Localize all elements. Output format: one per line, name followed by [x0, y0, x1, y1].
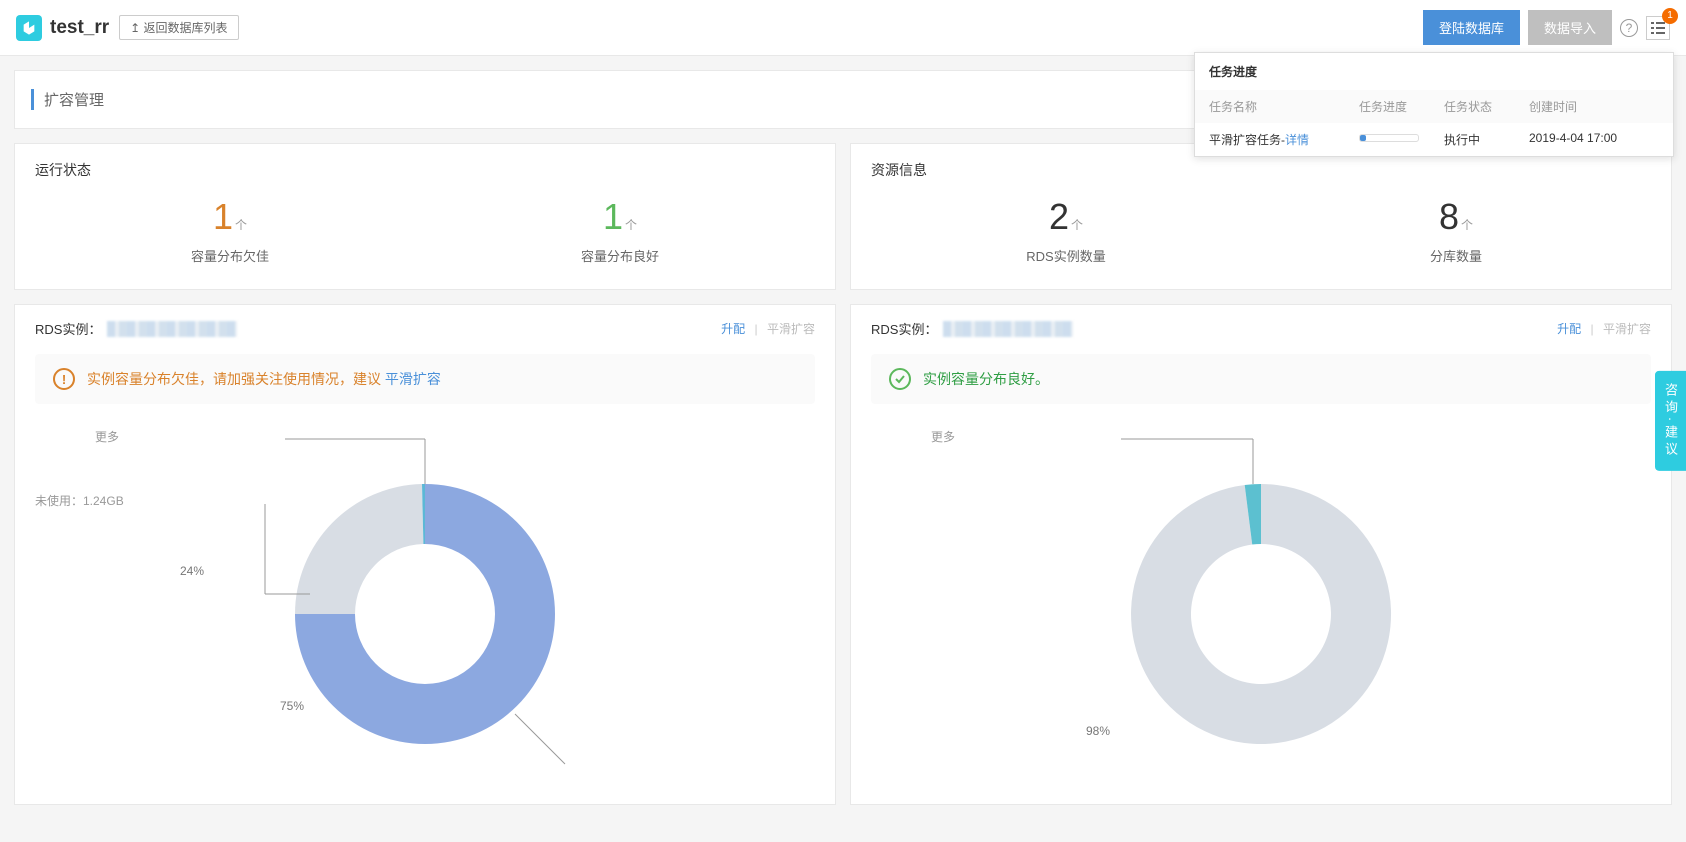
col-task-progress: 任务进度	[1359, 98, 1444, 115]
stat-rds-count: 2个 RDS实例数量	[871, 196, 1261, 265]
import-data-button[interactable]: 数据导入	[1528, 10, 1612, 45]
chart-b-pct-98: 98%	[1086, 724, 1110, 738]
task-menu-wrap: 1	[1646, 16, 1670, 40]
separator: |	[755, 322, 758, 336]
col-task-status: 任务状态	[1444, 98, 1529, 115]
page-header: test_rr ↥ 返回数据库列表 登陆数据库 数据导入 ? 1 任务进度 任务…	[0, 0, 1686, 56]
help-icon[interactable]: ?	[1620, 19, 1638, 37]
chart-a-scale-link[interactable]: 平滑扩容	[767, 322, 815, 336]
header-actions: 登陆数据库 数据导入 ? 1	[1423, 10, 1670, 45]
chart-b-more-label: 更多	[931, 428, 955, 445]
stat-capacity-good: 1个 容量分布良好	[425, 196, 815, 265]
task-time-cell: 2019-4-04 17:00	[1529, 131, 1659, 148]
col-task-name: 任务名称	[1209, 98, 1359, 115]
stat-db-num: 8	[1439, 196, 1459, 237]
stat-rds-num: 2	[1049, 196, 1069, 237]
resource-info-card: 资源信息 2个 RDS实例数量 8个 分库数量	[850, 143, 1672, 290]
chart-b-donut: 更多 98%	[871, 424, 1651, 784]
chart-a-pct-24: 24%	[180, 564, 204, 578]
task-progress-popup: 任务进度 任务名称 任务进度 任务状态 创建时间 平滑扩容任务-详情 执行中 2…	[1194, 52, 1674, 157]
task-status-cell: 执行中	[1444, 131, 1529, 148]
chart-b-actions: 升配 | 平滑扩容	[1557, 320, 1651, 337]
chart-b-header: RDS实例： 升配 | 平滑扩容	[871, 319, 1651, 338]
chart-b-upgrade-link[interactable]: 升配	[1557, 322, 1581, 336]
chart-b-instance-label: RDS实例：	[871, 319, 937, 338]
stat-bad-unit: 个	[235, 218, 247, 232]
col-task-time: 创建时间	[1529, 98, 1659, 115]
chart-b-instance-id-redacted	[943, 321, 1073, 337]
chart-a-instance-label: RDS实例：	[35, 319, 101, 338]
chart-b-alert: 实例容量分布良好。	[871, 354, 1651, 404]
db-title: test_rr	[50, 17, 109, 39]
task-badge: 1	[1662, 8, 1678, 24]
stat-db-count: 8个 分库数量	[1261, 196, 1651, 265]
charts-row: RDS实例： 升配 | 平滑扩容 ! 实例容量分布欠佳，请加强关注使用情况，建议…	[14, 304, 1672, 805]
chart-a-instance-id-redacted	[107, 321, 237, 337]
logo-icon	[16, 15, 42, 41]
stats-row: 运行状态 1个 容量分布欠佳 1个 容量分布良好 资源信息 2个 RDS实例数量…	[14, 143, 1672, 290]
login-db-button[interactable]: 登陆数据库	[1423, 10, 1520, 45]
chart-a-alert-text: 实例容量分布欠佳，请加强关注使用情况，建议 平滑扩容	[87, 369, 441, 389]
stat-db-label: 分库数量	[1261, 246, 1651, 265]
stat-rds-unit: 个	[1071, 218, 1083, 232]
chart-a-more-label: 更多	[95, 428, 119, 445]
chart-a-alert: ! 实例容量分布欠佳，请加强关注使用情况，建议 平滑扩容	[35, 354, 815, 404]
run-status-card: 运行状态 1个 容量分布欠佳 1个 容量分布良好	[14, 143, 836, 290]
task-name-text: 平滑扩容任务-	[1209, 133, 1285, 147]
chart-a-header: RDS实例： 升配 | 平滑扩容	[35, 319, 815, 338]
chart-b-alert-text: 实例容量分布良好。	[923, 369, 1049, 389]
stat-db-unit: 个	[1461, 218, 1473, 232]
stat-bad-label: 容量分布欠佳	[35, 246, 425, 265]
back-to-db-list-button[interactable]: ↥ 返回数据库列表	[119, 15, 238, 40]
chart-card-b: RDS实例： 升配 | 平滑扩容 实例容量分布良好。	[850, 304, 1672, 805]
task-row: 平滑扩容任务-详情 执行中 2019-4-04 17:00	[1195, 123, 1673, 156]
stat-rds-label: RDS实例数量	[871, 246, 1261, 265]
chart-a-actions: 升配 | 平滑扩容	[721, 320, 815, 337]
chart-card-a: RDS实例： 升配 | 平滑扩容 ! 实例容量分布欠佳，请加强关注使用情况，建议…	[14, 304, 836, 805]
chart-a-unused-label: 未使用：1.24GB	[35, 492, 124, 509]
check-icon	[889, 368, 911, 390]
run-status-title: 运行状态	[35, 160, 815, 180]
stat-capacity-bad: 1个 容量分布欠佳	[35, 196, 425, 265]
chart-a-alert-link[interactable]: 平滑扩容	[385, 371, 441, 387]
stat-good-num: 1	[603, 196, 623, 237]
chart-a-pct-75: 75%	[280, 699, 304, 713]
chart-b-scale-link[interactable]: 平滑扩容	[1603, 322, 1651, 336]
chart-a-upgrade-link[interactable]: 升配	[721, 322, 745, 336]
stat-good-label: 容量分布良好	[425, 246, 815, 265]
task-detail-link[interactable]: 详情	[1285, 133, 1309, 147]
warning-icon: !	[53, 368, 75, 390]
task-name-cell: 平滑扩容任务-详情	[1209, 131, 1359, 148]
chart-a-donut: 更多 未使用：1.24GB 24% 75%	[35, 424, 815, 784]
task-progress-cell	[1359, 131, 1444, 148]
stat-bad-num: 1	[213, 196, 233, 237]
chart-a-alert-msg: 实例容量分布欠佳，请加强关注使用情况，建议	[87, 371, 385, 387]
progress-bar	[1359, 134, 1419, 142]
stat-good-unit: 个	[625, 218, 637, 232]
feedback-side-tab[interactable]: 咨询·建议	[1655, 371, 1686, 471]
task-popup-header-row: 任务名称 任务进度 任务状态 创建时间	[1195, 90, 1673, 123]
resource-info-title: 资源信息	[871, 160, 1651, 180]
task-popup-title: 任务进度	[1195, 53, 1673, 90]
separator: |	[1591, 322, 1594, 336]
